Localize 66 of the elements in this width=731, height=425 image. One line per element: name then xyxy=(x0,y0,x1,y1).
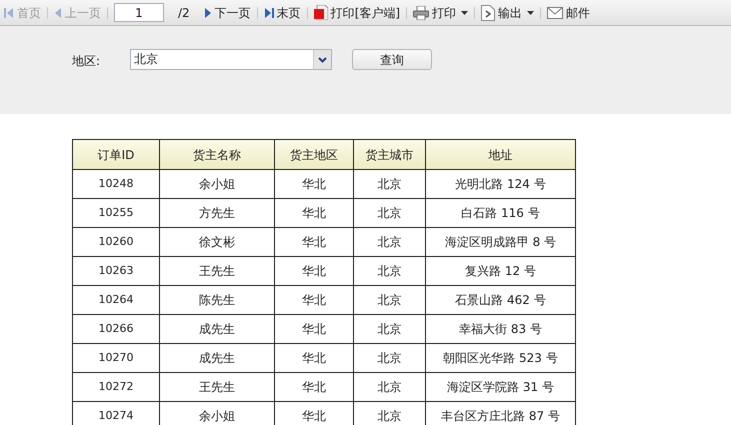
table-cell: 复兴路 12 号 xyxy=(426,256,576,286)
table-cell: 石景山路 462 号 xyxy=(426,286,576,314)
region-select[interactable]: 北京 xyxy=(130,49,332,70)
column-header: 货主地区 xyxy=(274,140,354,170)
document-icon xyxy=(314,5,328,20)
column-header: 订单ID xyxy=(72,140,160,170)
table-cell: 华北 xyxy=(274,286,354,314)
toolbar-button[interactable]: 打印 xyxy=(413,4,468,22)
previous-page-icon xyxy=(54,6,62,18)
table-cell: 华北 xyxy=(274,198,354,228)
table-cell: 北京 xyxy=(354,344,426,372)
toolbar-button[interactable]: 输出 xyxy=(481,4,534,22)
table-cell: 北京 xyxy=(354,314,426,344)
toolbar-button[interactable]: 打印[客户端] xyxy=(314,4,400,22)
table-cell: 朝阳区光华路 523 号 xyxy=(426,344,576,372)
next-page-icon xyxy=(204,6,212,18)
printer-icon xyxy=(413,6,430,20)
table-cell: 北京 xyxy=(354,228,426,256)
table-cell: 10270 xyxy=(72,344,160,372)
table-cell: 陈先生 xyxy=(160,286,274,314)
table-cell: 海淀区明成路甲 8 号 xyxy=(426,228,576,256)
table-cell: 徐文彬 xyxy=(160,228,274,256)
table-cell: 余小姐 xyxy=(160,170,274,198)
table-cell: 北京 xyxy=(354,198,426,228)
table-cell: 北京 xyxy=(354,372,426,402)
column-header: 货主城市 xyxy=(354,140,426,170)
last-page-icon xyxy=(264,6,274,18)
table-cell: 10263 xyxy=(72,256,160,286)
toolbar-button[interactable]: 下一页 xyxy=(204,4,251,22)
table-cell: 10272 xyxy=(72,372,160,402)
table-cell: 10255 xyxy=(72,198,160,228)
toolbar-button[interactable]: 末页 xyxy=(264,4,301,22)
table-cell: 华北 xyxy=(274,256,354,286)
table-cell: 王先生 xyxy=(160,372,274,402)
column-header: 地址 xyxy=(426,140,576,170)
export-document-icon xyxy=(481,4,496,20)
table-cell: 10260 xyxy=(72,228,160,256)
table-cell: 10248 xyxy=(72,170,160,198)
query-button[interactable]: 查询 xyxy=(352,49,432,70)
table-cell: 华北 xyxy=(274,170,354,198)
region-label: 地区: xyxy=(72,53,102,70)
page-number-field[interactable]: 1 xyxy=(114,3,164,22)
envelope-icon xyxy=(547,6,564,18)
table-cell: 华北 xyxy=(274,314,354,344)
page-total: /2 xyxy=(178,4,190,22)
column-header: 货主名称 xyxy=(160,140,274,170)
table-cell: 光明北路 124 号 xyxy=(426,170,576,198)
table-cell: 幸福大街 83 号 xyxy=(426,314,576,344)
chevron-down-icon xyxy=(318,56,327,62)
first-page-icon xyxy=(4,6,14,18)
table-cell: 白石路 116 号 xyxy=(426,198,576,228)
table-cell: 华北 xyxy=(274,228,354,256)
table-cell: 北京 xyxy=(354,256,426,286)
table-cell: 北京 xyxy=(354,170,426,198)
table-cell: 10266 xyxy=(72,314,160,344)
table-cell: 10274 xyxy=(72,402,160,425)
table-cell: 方先生 xyxy=(160,198,274,228)
table-cell: 华北 xyxy=(274,344,354,372)
table-cell: 成先生 xyxy=(160,344,274,372)
table-cell: 华北 xyxy=(274,372,354,402)
table-cell: 海淀区学院路 31 号 xyxy=(426,372,576,402)
table-cell: 10264 xyxy=(72,286,160,314)
table-cell: 北京 xyxy=(354,286,426,314)
table-cell: 王先生 xyxy=(160,256,274,286)
table-cell: 成先生 xyxy=(160,314,274,344)
toolbar-button[interactable]: 邮件 xyxy=(547,4,590,22)
